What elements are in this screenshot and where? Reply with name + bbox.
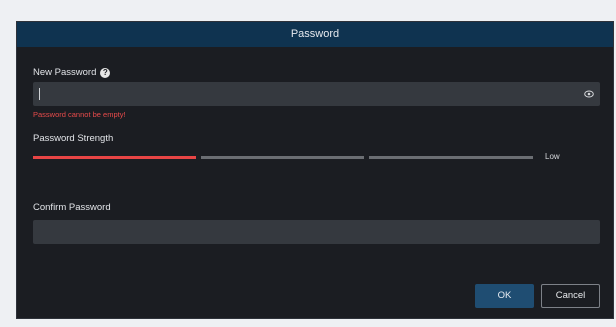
strength-bar-segment-3 [369, 156, 533, 159]
password-dialog: Password New Password? Password cannot b… [16, 21, 614, 319]
strength-bar-segment-1 [33, 156, 196, 159]
confirm-password-label: Confirm Password [33, 202, 111, 213]
help-icon[interactable]: ? [100, 68, 111, 78]
new-password-label-row: New Password? [33, 67, 111, 78]
new-password-input[interactable] [33, 82, 600, 106]
dialog-title: Password [17, 22, 613, 47]
ok-button[interactable]: OK [475, 284, 534, 308]
new-password-error: Password cannot be empty! [33, 110, 126, 119]
strength-bar-segment-2 [201, 156, 364, 159]
confirm-password-input[interactable] [33, 220, 600, 244]
cancel-button[interactable]: Cancel [541, 284, 600, 308]
text-caret [39, 88, 40, 100]
new-password-label: New Password [33, 67, 97, 78]
password-strength-label: Password Strength [33, 133, 114, 144]
strength-level-text: Low [545, 152, 560, 161]
eye-icon[interactable] [584, 90, 594, 98]
